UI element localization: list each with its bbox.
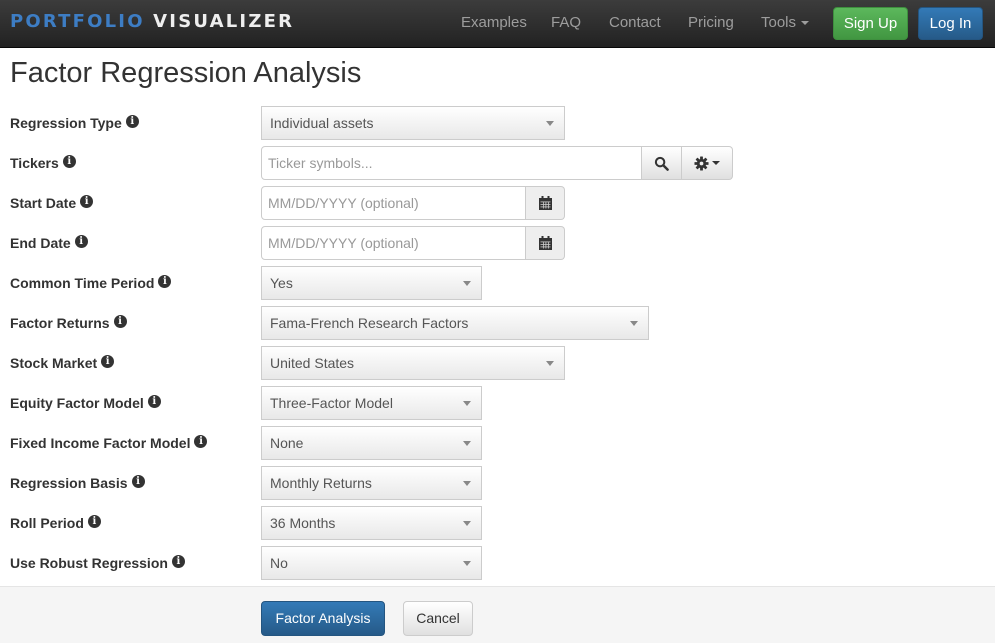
form-actions-bar xyxy=(0,586,995,643)
regression-basis-select[interactable]: Monthly Returns xyxy=(261,466,482,500)
common-time-period-label-text: Common Time Period xyxy=(10,275,155,291)
factor-returns-select[interactable]: Fama-French Research Factors xyxy=(261,306,649,340)
info-icon[interactable]: i xyxy=(62,155,76,168)
common-time-period-label: Common Time Period i xyxy=(10,275,172,291)
regression-basis-value: Monthly Returns xyxy=(270,475,372,491)
search-icon xyxy=(654,156,669,171)
nav-link-contact[interactable]: Contact xyxy=(609,14,661,31)
equity-factor-model-label: Equity Factor Model i xyxy=(10,395,161,411)
use-robust-regression-select[interactable]: No xyxy=(261,546,482,580)
ticker-search-button[interactable] xyxy=(642,146,682,180)
brand-part-portfolio: PORTFOLIO xyxy=(10,11,145,32)
equity-factor-model-value: Three-Factor Model xyxy=(270,395,393,411)
nav-link-pricing[interactable]: Pricing xyxy=(688,14,734,31)
stock-market-select[interactable]: United States xyxy=(261,346,565,380)
nav-dropdown-tools-label: Tools xyxy=(761,14,797,31)
brand-part-visualizer: VISUALIZER xyxy=(153,11,295,32)
start-date-label-text: Start Date xyxy=(10,195,77,211)
gear-icon xyxy=(694,155,709,171)
login-button[interactable]: Log In xyxy=(918,7,983,40)
calendar-icon xyxy=(538,196,552,210)
regression-type-value: Individual assets xyxy=(270,115,374,131)
caret-down-icon xyxy=(801,21,810,26)
navbar: PORTFOLIO VISUALIZER Examples FAQ Contac… xyxy=(0,0,995,48)
dropdown-arrow-icon xyxy=(463,481,471,486)
dropdown-arrow-icon xyxy=(463,281,471,286)
regression-basis-label: Regression Basis i xyxy=(10,475,145,491)
info-icon[interactable]: i xyxy=(80,195,94,208)
info-icon[interactable]: i xyxy=(74,235,88,248)
stock-market-label-text: Stock Market xyxy=(10,355,98,371)
caret-down-icon xyxy=(712,161,720,165)
info-icon[interactable]: i xyxy=(158,275,172,288)
brand-logo[interactable]: PORTFOLIO VISUALIZER xyxy=(10,11,294,32)
roll-period-label: Roll Period i xyxy=(10,515,101,531)
info-icon[interactable]: i xyxy=(125,115,139,128)
tickers-label: Tickers i xyxy=(10,155,76,171)
fixed-income-factor-model-select[interactable]: None xyxy=(261,426,482,460)
common-time-period-value: Yes xyxy=(270,275,293,291)
factor-returns-label-text: Factor Returns xyxy=(10,315,110,331)
dropdown-arrow-icon xyxy=(546,361,554,366)
stock-market-label: Stock Market i xyxy=(10,355,115,371)
roll-period-value: 36 Months xyxy=(270,515,336,531)
ticker-settings-dropdown[interactable] xyxy=(682,146,733,180)
roll-period-select[interactable]: 36 Months xyxy=(261,506,482,540)
start-date-input[interactable] xyxy=(261,186,526,220)
stock-market-value: United States xyxy=(270,355,355,371)
use-robust-regression-label-text: Use Robust Regression xyxy=(10,555,168,571)
nav-dropdown-tools[interactable]: Tools xyxy=(761,14,810,31)
equity-factor-model-select[interactable]: Three-Factor Model xyxy=(261,386,482,420)
factor-analysis-button[interactable]: Factor Analysis xyxy=(261,601,385,636)
info-icon[interactable]: i xyxy=(194,435,208,448)
tickers-input[interactable] xyxy=(261,146,642,180)
use-robust-regression-value: No xyxy=(270,555,288,571)
fixed-income-factor-model-label-text: Fixed Income Factor Model xyxy=(10,435,191,451)
end-date-label-text: End Date xyxy=(10,235,71,251)
equity-factor-model-label-text: Equity Factor Model xyxy=(10,395,144,411)
dropdown-arrow-icon xyxy=(546,121,554,126)
regression-type-label: Regression Type i xyxy=(10,115,139,131)
dropdown-arrow-icon xyxy=(630,321,638,326)
info-icon[interactable]: i xyxy=(131,475,145,488)
end-date-input[interactable] xyxy=(261,226,526,260)
dropdown-arrow-icon xyxy=(463,521,471,526)
info-icon[interactable]: i xyxy=(113,315,127,328)
page-title: Factor Regression Analysis xyxy=(10,57,362,89)
nav-link-examples[interactable]: Examples xyxy=(461,14,527,31)
regression-type-label-text: Regression Type xyxy=(10,115,122,131)
use-robust-regression-label: Use Robust Regression i xyxy=(10,555,185,571)
info-icon[interactable]: i xyxy=(87,515,101,528)
dropdown-arrow-icon xyxy=(463,401,471,406)
end-date-calendar-button[interactable] xyxy=(526,226,565,260)
tickers-input-group xyxy=(261,146,733,180)
info-icon[interactable]: i xyxy=(171,555,185,568)
fixed-income-factor-model-value: None xyxy=(270,435,304,451)
dropdown-arrow-icon xyxy=(463,441,471,446)
cancel-button[interactable]: Cancel xyxy=(403,601,473,636)
factor-returns-label: Factor Returns i xyxy=(10,315,127,331)
info-icon[interactable]: i xyxy=(147,395,161,408)
common-time-period-select[interactable]: Yes xyxy=(261,266,482,300)
fixed-income-factor-model-label: Fixed Income Factor Model i xyxy=(10,435,208,451)
end-date-input-group xyxy=(261,226,565,260)
start-date-input-group xyxy=(261,186,565,220)
start-date-label: Start Date i xyxy=(10,195,94,211)
signup-button[interactable]: Sign Up xyxy=(833,7,908,40)
dropdown-arrow-icon xyxy=(463,561,471,566)
tickers-label-text: Tickers xyxy=(10,155,59,171)
roll-period-label-text: Roll Period xyxy=(10,515,84,531)
end-date-label: End Date i xyxy=(10,235,88,251)
start-date-calendar-button[interactable] xyxy=(526,186,565,220)
info-icon[interactable]: i xyxy=(101,355,115,368)
factor-returns-value: Fama-French Research Factors xyxy=(270,315,469,331)
calendar-icon xyxy=(538,236,552,250)
regression-type-select[interactable]: Individual assets xyxy=(261,106,565,140)
nav-link-faq[interactable]: FAQ xyxy=(551,14,581,31)
regression-basis-label-text: Regression Basis xyxy=(10,475,128,491)
